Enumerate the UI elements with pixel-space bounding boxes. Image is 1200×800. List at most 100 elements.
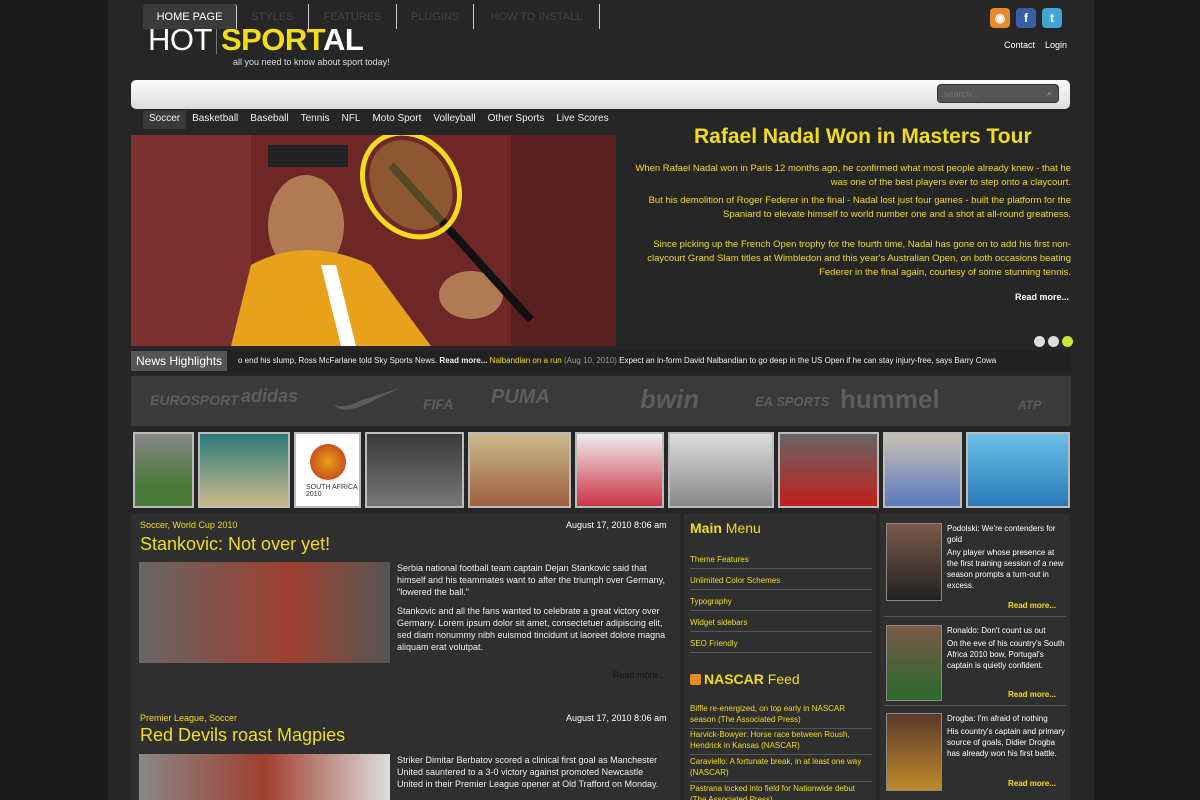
facebook-icon[interactable]: f bbox=[1016, 8, 1036, 28]
nascar-feed-item-4[interactable]: Pastrana locked into field for Nationwid… bbox=[690, 783, 872, 800]
search-input[interactable] bbox=[937, 84, 1059, 103]
subnav-volleyball[interactable]: Volleyball bbox=[427, 111, 481, 129]
news-2-read-more[interactable]: Read more... bbox=[1008, 690, 1056, 699]
contact-link[interactable]: Contact bbox=[1004, 40, 1035, 50]
sponsor-puma[interactable]: PUMA bbox=[491, 386, 550, 409]
thumb-world-cup-logo[interactable]: SOUTH AFRICA 2010 bbox=[294, 432, 361, 508]
sponsor-hummel[interactable]: hummel bbox=[840, 384, 940, 415]
nascar-feed-item-2[interactable]: Harvick-Bowyer: Horse race between Roush… bbox=[690, 729, 872, 755]
main-navbar bbox=[131, 80, 1070, 109]
article-2-paragraph-1: Striker Dimitar Berbatov scored a clinic… bbox=[397, 755, 659, 789]
news-3-text: Drogba: I'm afraid of nothing His countr… bbox=[947, 713, 1067, 759]
hero-text-panel bbox=[616, 122, 1071, 348]
news-1-body: Any player whose presence at the first t… bbox=[947, 548, 1064, 590]
twitter-icon[interactable]: t bbox=[1042, 8, 1062, 28]
sponsor-eurosport[interactable]: EUROSPORT bbox=[150, 392, 238, 408]
article-2-title[interactable]: Red Devils roast Magpies bbox=[140, 725, 345, 746]
menu-item-theme-features[interactable]: Theme Features bbox=[690, 555, 872, 569]
thumb-tennis[interactable] bbox=[198, 432, 290, 508]
slider-dot-1[interactable] bbox=[1034, 336, 1045, 347]
nascar-feed-item-1[interactable]: Biffle re-energized, on top early in NAS… bbox=[690, 703, 872, 729]
news-1-read-more[interactable]: Read more... bbox=[1008, 601, 1056, 610]
news-2-body: On the eve of his country's South Africa… bbox=[947, 639, 1065, 670]
hero-read-more[interactable]: Read more... bbox=[1015, 292, 1069, 302]
thumb-formula-one[interactable] bbox=[778, 432, 879, 508]
thumb-cheerleaders[interactable] bbox=[468, 432, 571, 508]
article-2-date: August 17, 2010 8:06 am bbox=[566, 713, 667, 723]
sponsor-ea-sports[interactable]: EA SPORTS bbox=[755, 394, 829, 409]
tab-features[interactable]: FEATURES bbox=[309, 4, 397, 29]
sponsor-atp[interactable]: ATP bbox=[1018, 398, 1041, 412]
subnav-nfl[interactable]: NFL bbox=[336, 111, 367, 129]
article-1-image[interactable] bbox=[139, 562, 390, 663]
news-1-headline[interactable]: Podolski: We're contenders for gold bbox=[947, 523, 1067, 545]
news-1-divider bbox=[884, 616, 1066, 617]
rss-icon[interactable]: ◉ bbox=[990, 8, 1010, 28]
tab-styles[interactable]: STYLES bbox=[237, 4, 309, 29]
rss-small-icon bbox=[690, 674, 701, 685]
menu-item-widget-sidebars[interactable]: Widget sidebars bbox=[690, 618, 872, 632]
hero-title[interactable]: Rafael Nadal Won in Masters Tour bbox=[694, 125, 1032, 149]
ticker-read-more[interactable]: Read more... bbox=[439, 356, 487, 365]
hero-paragraph-2: But his demolition of Roger Federer in t… bbox=[648, 195, 1071, 220]
social-icons: ◉ f t bbox=[990, 8, 1062, 28]
news-2-headline[interactable]: Ronaldo: Don't count us out bbox=[947, 625, 1067, 636]
thumb-water-polo[interactable] bbox=[966, 432, 1070, 508]
ticker-date: (Aug 10, 2010) bbox=[563, 356, 617, 365]
subnav-tennis[interactable]: Tennis bbox=[295, 111, 336, 129]
article-1-read-more[interactable]: Read more... bbox=[613, 670, 665, 680]
news-3-read-more[interactable]: Read more... bbox=[1008, 779, 1056, 788]
hero-image[interactable] bbox=[131, 135, 616, 346]
tab-how-to-install[interactable]: HOW TO INSTALL bbox=[474, 4, 600, 29]
menu-item-color-schemes[interactable]: Unlimited Color Schemes bbox=[690, 576, 872, 590]
news-1-text: Podolski: We're contenders for gold Any … bbox=[947, 523, 1067, 591]
slider-dot-2[interactable] bbox=[1048, 336, 1059, 347]
subnav-soccer[interactable]: Soccer bbox=[143, 111, 187, 129]
sponsor-fifa[interactable]: FIFA bbox=[423, 396, 453, 412]
news-1-image[interactable] bbox=[886, 523, 942, 601]
thumb-football[interactable] bbox=[365, 432, 464, 508]
thumb-motorsport-model[interactable] bbox=[668, 432, 774, 508]
hero-paragraph-1: When Rafael Nadal won in Paris 12 months… bbox=[635, 163, 1071, 188]
news-3-body: His country's captain and primary source… bbox=[947, 727, 1066, 758]
article-2-category[interactable]: Premier League, Soccer bbox=[140, 713, 237, 723]
menu-item-seo-friendly[interactable]: SEO Friendly bbox=[690, 639, 872, 653]
article-2-image[interactable] bbox=[139, 754, 390, 800]
background-right bbox=[1092, 0, 1200, 800]
news-3-headline[interactable]: Drogba: I'm afraid of nothing bbox=[947, 713, 1067, 724]
slider-dot-3[interactable] bbox=[1062, 336, 1073, 347]
tab-plugins[interactable]: PLUGINS bbox=[397, 4, 474, 29]
nascar-feed-item-3[interactable]: Caraviello: A fortunate break, in at lea… bbox=[690, 756, 872, 782]
menu-item-typography[interactable]: Typography bbox=[690, 597, 872, 611]
nascar-feed-title: NASCAR Feed bbox=[690, 671, 800, 687]
thumb-hockey[interactable] bbox=[575, 432, 664, 508]
ticker-text: o end his slump, Ross McFarlane told Sky… bbox=[238, 356, 1070, 365]
main-menu-title: Main Menu bbox=[690, 520, 761, 536]
subnav-baseball[interactable]: Baseball bbox=[244, 111, 294, 129]
top-links: Contact Login bbox=[1004, 40, 1067, 50]
thumb-soccer[interactable] bbox=[133, 432, 194, 508]
ticker-label: News Highlights bbox=[131, 351, 228, 371]
tennis-player-illustration bbox=[131, 135, 616, 346]
article-1-title[interactable]: Stankovic: Not over yet! bbox=[140, 534, 330, 555]
login-link[interactable]: Login bbox=[1045, 40, 1067, 50]
news-3-image[interactable] bbox=[886, 713, 942, 791]
subnav-basketball[interactable]: Basketball bbox=[186, 111, 244, 129]
tab-home-page[interactable]: HOME PAGE bbox=[143, 4, 237, 29]
ticker-headline[interactable]: Nalbandian on a run bbox=[490, 356, 562, 365]
news-2-image[interactable] bbox=[886, 625, 942, 701]
search-icon[interactable]: ⌕ bbox=[1047, 88, 1052, 99]
sponsor-bwin[interactable]: bwin bbox=[640, 384, 699, 415]
nike-swoosh-icon bbox=[334, 388, 400, 410]
site-tagline: all you need to know about sport today! bbox=[233, 57, 390, 67]
subnav-live-scores[interactable]: Live Scores bbox=[550, 111, 614, 129]
sub-navigation: Soccer Basketball Baseball Tennis NFL Mo… bbox=[143, 111, 615, 129]
subnav-moto-sport[interactable]: Moto Sport bbox=[366, 111, 427, 129]
subnav-other-sports[interactable]: Other Sports bbox=[482, 111, 551, 129]
article-1-category[interactable]: Soccer, World Cup 2010 bbox=[140, 520, 237, 530]
sponsor-nike[interactable] bbox=[332, 386, 402, 410]
sponsor-adidas[interactable]: adidas bbox=[241, 386, 298, 407]
thumb-basketball[interactable] bbox=[883, 432, 962, 508]
ticker-text-post: Expect an in-form David Nalbandian to go… bbox=[619, 356, 997, 365]
article-1-paragraph-2: Stankovic and all the fans wanted to cel… bbox=[397, 606, 666, 652]
